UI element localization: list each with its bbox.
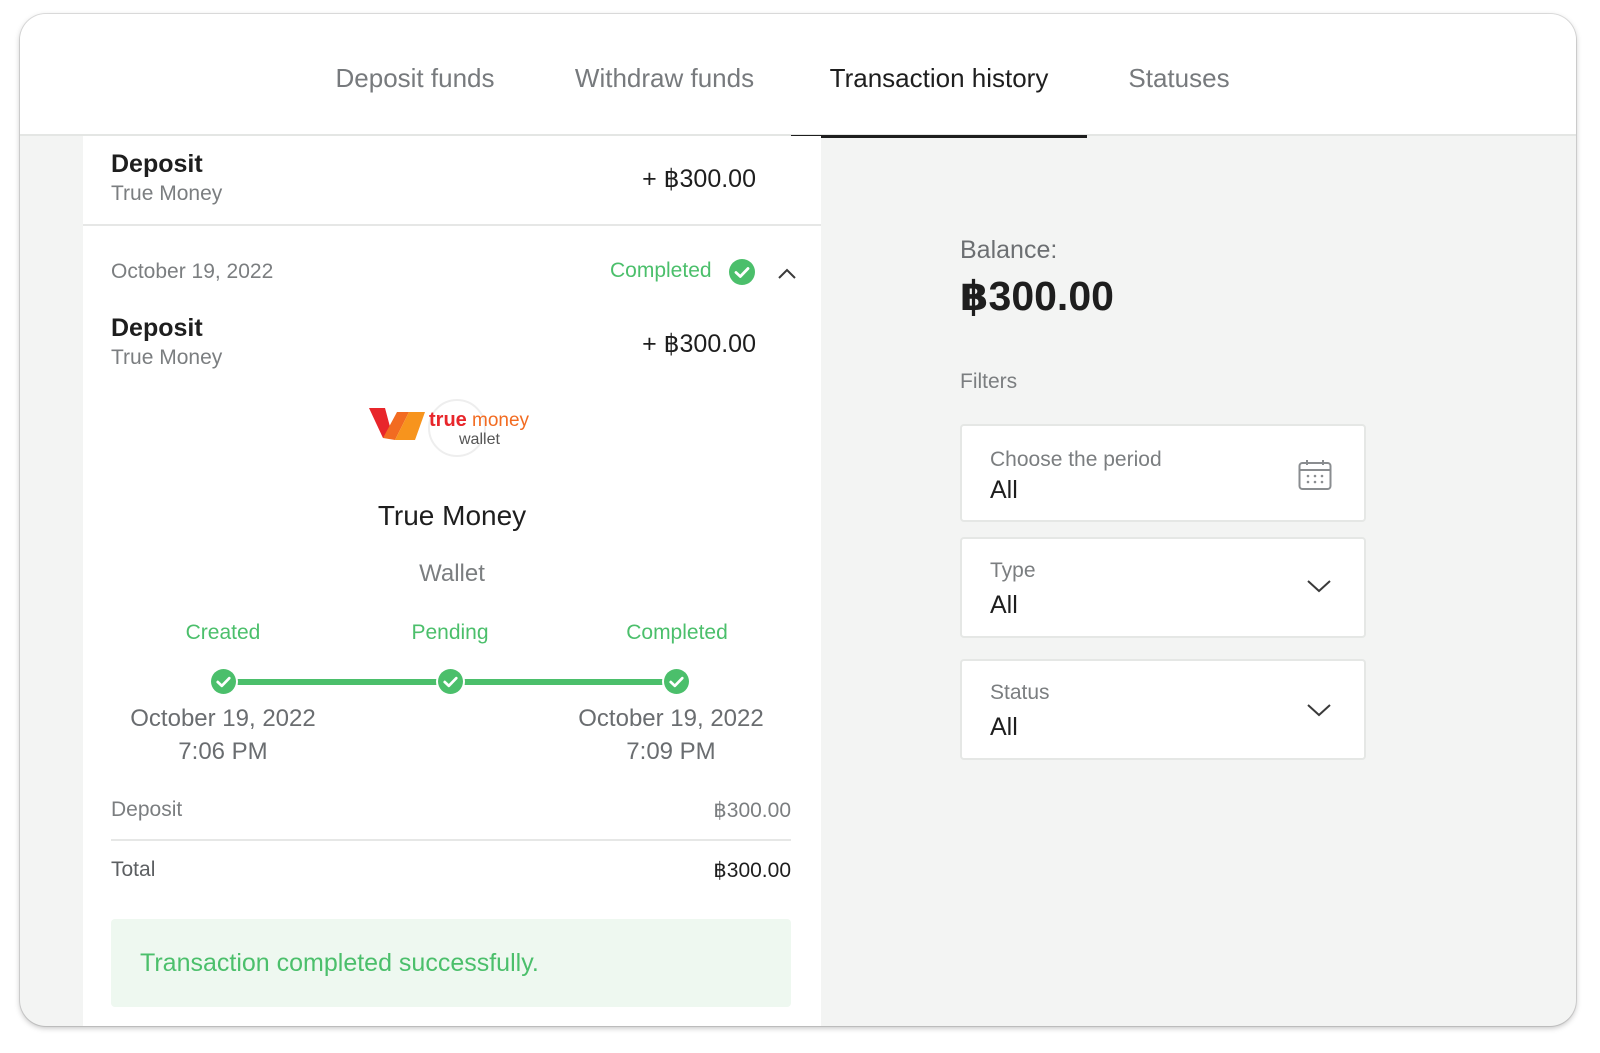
balance-label: Balance: <box>960 236 1058 264</box>
summary-total-value: ฿300.00 <box>713 859 791 882</box>
tab-transaction-history[interactable]: Transaction history <box>791 14 1087 138</box>
summary-total-label: Total <box>111 858 156 881</box>
success-message: Transaction completed successfully. <box>111 919 791 1007</box>
period-filter-value: All <box>990 476 1018 504</box>
truemoney-logo: true money wallet <box>369 398 539 462</box>
type-filter-label: Type <box>990 559 1036 582</box>
tab-statuses[interactable]: Statuses <box>1112 14 1246 136</box>
method-name: True Money <box>377 500 527 531</box>
status-filter-label: Status <box>990 681 1050 704</box>
step-check-icon <box>438 669 463 694</box>
calendar-icon[interactable] <box>1298 459 1332 491</box>
status-filter-value: All <box>990 713 1018 741</box>
step-completed-date: October 19, 2022 <box>578 705 764 732</box>
transaction-amount: + ฿300.00 <box>642 165 756 193</box>
summary-deposit-row: Deposit ฿300.00 <box>111 798 791 822</box>
method-type: Wallet <box>419 560 485 587</box>
logo-word-wallet: wallet <box>458 431 500 448</box>
tab-bar: Deposit funds Withdraw funds Transaction… <box>20 14 1576 138</box>
chevron-up-icon[interactable] <box>775 262 799 286</box>
tab-withdraw-funds[interactable]: Withdraw funds <box>562 14 767 136</box>
step-check-icon <box>211 669 236 694</box>
step-completed-datetime: October 19, 2022 7:09 PM <box>541 702 801 768</box>
chevron-down-icon[interactable] <box>1306 701 1332 719</box>
transaction-row[interactable]: Deposit True Money + ฿300.00 <box>83 136 821 226</box>
filters-label: Filters <box>960 370 1018 393</box>
step-created-date: October 19, 2022 <box>130 705 316 732</box>
step-completed-label: Completed <box>626 621 728 644</box>
transaction-list: Deposit True Money + ฿300.00 October 19,… <box>83 136 821 1026</box>
check-circle-icon <box>729 259 755 285</box>
status-badge: Completed <box>610 259 712 282</box>
step-created-label: Created <box>185 621 261 644</box>
transaction-date: October 19, 2022 <box>111 260 274 283</box>
success-message-text: Transaction completed successfully. <box>140 949 539 977</box>
transaction-amount: + ฿300.00 <box>642 330 756 358</box>
divider <box>111 839 791 841</box>
transaction-type: Deposit <box>111 314 203 342</box>
period-filter[interactable]: Choose the period All <box>960 424 1366 522</box>
tab-deposit-funds[interactable]: Deposit funds <box>320 14 510 136</box>
type-filter-value: All <box>990 591 1018 619</box>
summary-deposit-label: Deposit <box>111 798 183 821</box>
logo-word-money: money <box>472 410 530 431</box>
transaction-type: Deposit <box>111 150 203 178</box>
summary-total-row: Total ฿300.00 <box>111 858 791 882</box>
balance-value: ฿300.00 <box>960 273 1114 319</box>
summary-deposit-value: ฿300.00 <box>713 799 791 822</box>
period-filter-label: Choose the period <box>990 448 1162 471</box>
chevron-down-icon[interactable] <box>1306 577 1332 595</box>
step-check-icon <box>664 669 689 694</box>
type-filter[interactable]: Type All <box>960 537 1366 638</box>
step-created-time: 7:06 PM <box>178 738 268 765</box>
step-created-datetime: October 19, 2022 7:06 PM <box>93 702 353 768</box>
step-pending-label: Pending <box>411 621 489 644</box>
logo-word-true: true <box>429 409 467 431</box>
status-filter[interactable]: Status All <box>960 659 1366 760</box>
transaction-method: True Money <box>111 346 223 369</box>
step-completed-time: 7:09 PM <box>626 738 716 765</box>
app-window: Deposit funds Withdraw funds Transaction… <box>20 14 1576 1026</box>
transaction-method: True Money <box>111 182 223 205</box>
